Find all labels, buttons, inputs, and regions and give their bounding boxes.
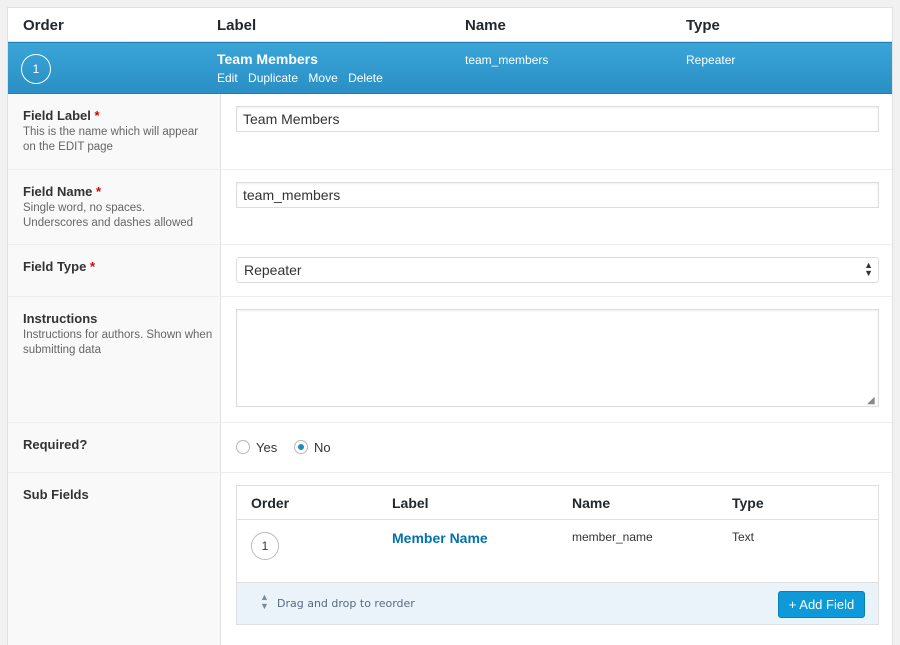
field-label-setting: Field Label * This is the name which wil… (8, 94, 892, 170)
field-row-type: Repeater (686, 53, 736, 67)
header-order: Order (23, 17, 64, 34)
move-link[interactable]: Move (308, 71, 337, 85)
sub-field-label-link[interactable]: Member Name (392, 530, 488, 546)
drag-hint: Drag and drop to reorder (277, 597, 415, 610)
radio-checked-icon (294, 440, 308, 454)
sub-fields-setting: Sub Fields Order Label Name Type 1 Membe… (8, 473, 892, 645)
required-setting: Required? Yes No (8, 423, 892, 473)
sub-field-order-badge[interactable]: 1 (251, 532, 279, 560)
sub-fields-footer: ▲ ▼ Drag and drop to reorder + Add Field (237, 582, 878, 624)
resize-grip-icon[interactable]: ◢ (867, 395, 875, 406)
field-name-description: Single word, no spaces. Underscores and … (23, 202, 194, 229)
delete-link[interactable]: Delete (348, 71, 383, 85)
field-label-description: This is the name which will appear on th… (23, 126, 199, 153)
field-name-input[interactable]: team_members (236, 182, 879, 208)
field-row-label[interactable]: Team Members (217, 51, 318, 67)
required-yes-radio[interactable]: Yes (236, 440, 277, 455)
required-marker: * (94, 108, 100, 123)
field-type-select[interactable]: Repeater ▲ ▼ (236, 257, 879, 283)
sub-header-name: Name (572, 495, 611, 511)
field-row-actions: Edit Duplicate Move Delete (217, 71, 390, 85)
instructions-setting: Instructions Instructions for authors. S… (8, 297, 892, 423)
header-label: Label (217, 17, 257, 34)
field-order-badge[interactable]: 1 (21, 54, 51, 84)
sub-field-type: Text (732, 530, 755, 544)
field-editor-panel: Order Label Name Type 1 Team Members Edi… (7, 7, 893, 645)
field-label-label: Field Label (23, 108, 91, 123)
active-field-row[interactable]: 1 Team Members Edit Duplicate Move Delet… (8, 42, 892, 94)
required-no-label: No (314, 440, 331, 455)
required-label: Required? (23, 437, 88, 452)
required-marker: * (89, 259, 96, 274)
duplicate-link[interactable]: Duplicate (248, 71, 298, 85)
field-type-value: Repeater (244, 262, 302, 278)
radio-unchecked-icon (236, 440, 250, 454)
field-label-input[interactable]: Team Members (236, 106, 879, 132)
field-row-name: team_members (465, 53, 549, 67)
header-name: Name (465, 17, 506, 34)
edit-link[interactable]: Edit (217, 71, 238, 85)
sub-field-name: member_name (572, 530, 653, 544)
sub-header-label: Label (392, 495, 429, 511)
field-type-setting: Field Type * Repeater ▲ ▼ (8, 245, 892, 297)
fields-table-header: Order Label Name Type (8, 8, 892, 42)
sub-header-order: Order (251, 495, 290, 511)
instructions-textarea[interactable] (236, 309, 879, 407)
required-marker: * (95, 184, 102, 199)
add-field-button[interactable]: + Add Field (778, 591, 865, 618)
drag-arrows-icon: ▲ ▼ (260, 592, 269, 611)
field-name-label: Field Name (23, 184, 93, 199)
instructions-label: Instructions (23, 311, 98, 326)
instructions-description: Instructions for authors. Shown when sub… (23, 329, 213, 356)
sub-fields-label: Sub Fields (23, 487, 89, 502)
header-type: Type (686, 17, 720, 34)
table-row[interactable]: 1 Member Name member_name Text (237, 520, 878, 582)
field-type-label: Field Type (23, 259, 87, 274)
sub-header-type: Type (732, 495, 764, 511)
required-no-radio[interactable]: No (294, 440, 331, 455)
sub-fields-table: Order Label Name Type 1 Member Name memb… (236, 485, 879, 625)
field-name-setting: Field Name * Single word, no spaces. Und… (8, 170, 892, 245)
sub-fields-header: Order Label Name Type (237, 486, 878, 520)
select-arrows-icon: ▲ ▼ (864, 260, 873, 278)
required-yes-label: Yes (256, 440, 278, 455)
